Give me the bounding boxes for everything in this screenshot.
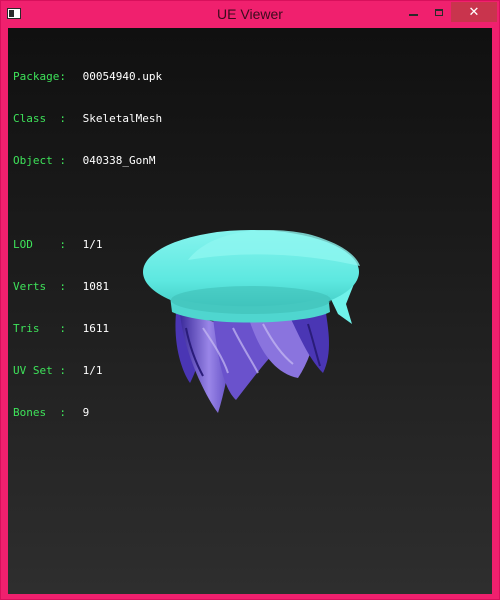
maximize-icon	[435, 8, 443, 16]
close-icon: ✕	[468, 4, 480, 20]
app-window: UE Viewer ✕ Package: 00054940.upk Class …	[0, 0, 500, 600]
minimize-button[interactable]	[399, 2, 427, 22]
maximize-button[interactable]	[425, 2, 453, 22]
minimize-icon	[408, 14, 418, 16]
hair-mesh	[175, 313, 330, 413]
close-button[interactable]: ✕	[451, 2, 497, 22]
hat-mesh	[143, 230, 360, 323]
mesh-render[interactable]	[8, 28, 492, 594]
mesh-viewport[interactable]: Package: 00054940.upk Class : SkeletalMe…	[8, 28, 492, 594]
title-bar[interactable]: UE Viewer ✕	[1, 1, 499, 28]
